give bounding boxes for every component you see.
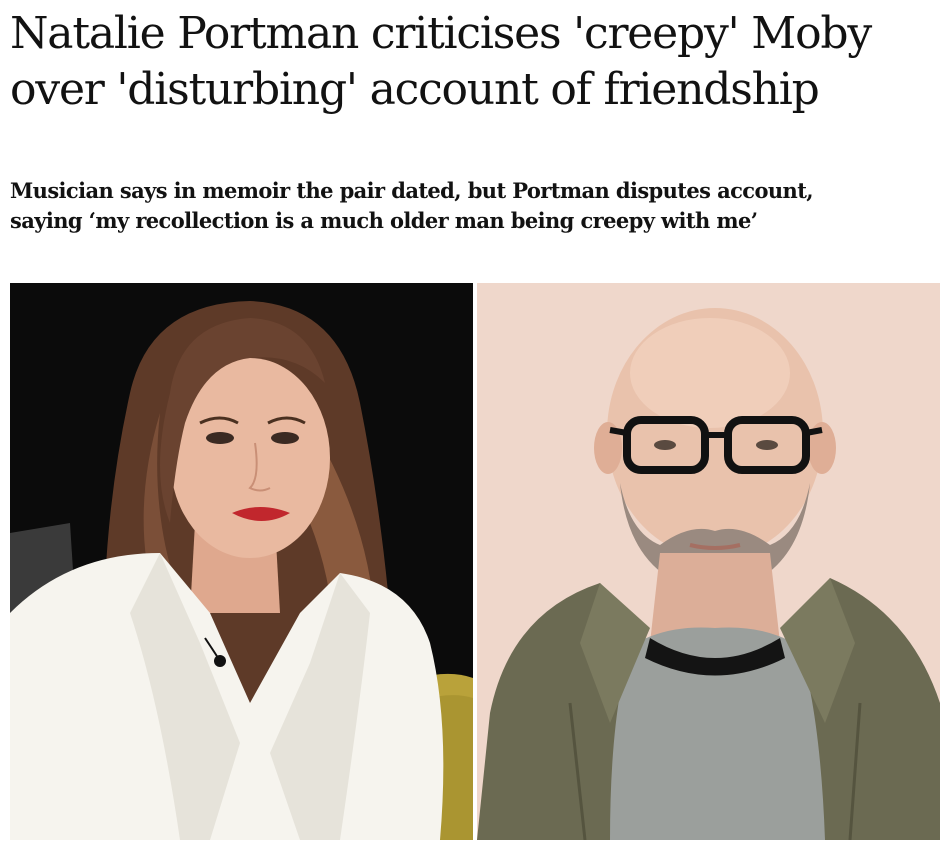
- left-portrait: [10, 283, 473, 840]
- main-photo[interactable]: [10, 283, 940, 840]
- right-portrait: [477, 283, 940, 840]
- headline: Natalie Portman criticises 'creepy' Moby…: [10, 8, 872, 115]
- standfirst: Musician says in memoir the pair dated, …: [10, 178, 814, 233]
- article: Natalie Portman criticises 'creepy' Moby…: [0, 0, 948, 849]
- photo-composite: [10, 283, 940, 840]
